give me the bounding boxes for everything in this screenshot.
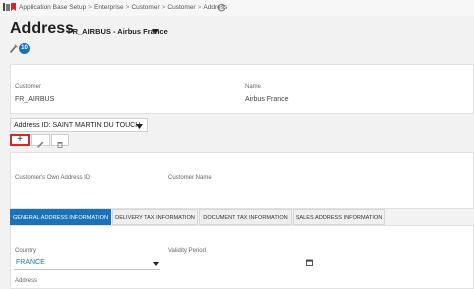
- address-id-select[interactable]: Address ID: SAINT MARTIN DU TOUCH: [10, 118, 148, 132]
- tab-general-address-information[interactable]: GENERAL ADDRESS INFORMATION: [10, 209, 111, 225]
- customer-own-address-id-label: Customer's Own Address ID: [15, 175, 91, 181]
- menu-icon[interactable]: [3, 3, 10, 12]
- delete-button[interactable]: [51, 134, 69, 149]
- address-id-panel: Customer's Own Address ID Customer Name: [10, 152, 474, 209]
- address-id-value: Address ID: SAINT MARTIN DU TOUCH: [14, 122, 141, 129]
- breadcrumb-separator: >: [125, 4, 130, 11]
- tab-document-tax-information[interactable]: DOCUMENT TAX INFORMATION: [199, 209, 292, 225]
- breadcrumb-item-enterprise[interactable]: Enterprise: [94, 4, 124, 11]
- paperclip-icon[interactable]: [10, 44, 18, 53]
- breadcrumb: Application Base Setup > Enterprise > Custom…: [0, 0, 474, 16]
- pencil-icon: [37, 141, 44, 148]
- breadcrumb-trail: Application Base Setup > Enterprise > Custom…: [19, 0, 227, 16]
- breadcrumb-item-application-base-setup[interactable]: Application Base Setup: [19, 4, 86, 11]
- country-field-underline: [14, 269, 160, 270]
- edit-button[interactable]: [31, 134, 50, 148]
- add-button[interactable]: +: [10, 134, 30, 146]
- tab-sales-address-information[interactable]: SALES ADDRESS INFORMATION: [293, 209, 385, 225]
- country-value[interactable]: FRANCE: [16, 259, 45, 266]
- country-label: Country: [15, 248, 37, 254]
- caret-down-icon[interactable]: [152, 29, 159, 34]
- tab-delivery-tax-information[interactable]: DELIVERY TAX INFORMATION: [112, 209, 198, 225]
- plus-icon: +: [17, 134, 23, 145]
- chevron-down-icon: [136, 124, 143, 129]
- breadcrumb-item-customer-2[interactable]: Customer: [167, 4, 195, 11]
- trash-icon: [57, 142, 63, 149]
- breadcrumb-separator: >: [161, 4, 166, 11]
- calendar-icon[interactable]: [306, 259, 313, 266]
- name-value: Airbus France: [245, 96, 289, 103]
- customer-value: FR_AIRBUS: [15, 96, 55, 103]
- customer-info-panel: Customer FR_AIRBUS Name Airbus France: [10, 64, 474, 114]
- address-label: Address: [15, 278, 38, 284]
- breadcrumb-separator: >: [88, 4, 93, 11]
- customer-label: Customer: [15, 84, 42, 90]
- breadcrumb-item-customer[interactable]: Customer: [131, 4, 159, 11]
- refresh-icon[interactable]: [217, 3, 226, 12]
- general-address-panel: Country FRANCE Validity Period Address: [10, 225, 474, 289]
- bookmark-icon[interactable]: [11, 3, 16, 12]
- page-title: Address: [10, 20, 75, 37]
- validity-period-label: Validity Period: [168, 248, 206, 254]
- breadcrumb-separator: >: [197, 4, 202, 11]
- customer-name-label: Customer Name: [168, 175, 212, 181]
- name-label: Name: [245, 84, 262, 90]
- chevron-down-icon[interactable]: [153, 262, 159, 266]
- count-badge[interactable]: 10: [19, 43, 30, 54]
